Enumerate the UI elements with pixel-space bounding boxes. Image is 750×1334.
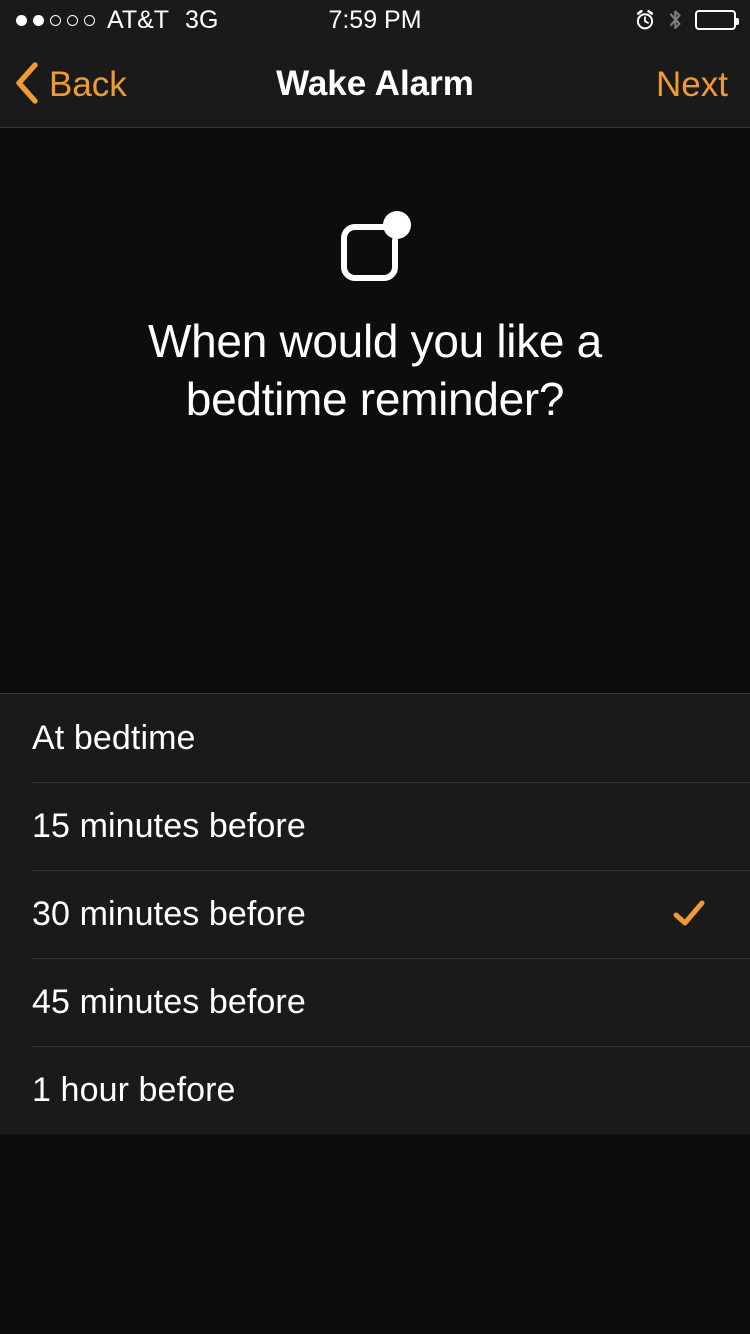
status-bar: AT&T 3G 7:59 PM [0,0,750,40]
status-bar-right [634,0,736,40]
battery-icon [695,10,736,30]
hero-headline: When would you like a bedtime reminder? [95,312,655,428]
alarm-clock-icon [634,9,656,31]
footer-area [0,1134,750,1334]
option-row[interactable]: 15 minutes before [0,782,750,870]
next-button[interactable]: Next [656,40,728,128]
next-button-label: Next [656,67,728,102]
option-label: At bedtime [32,719,672,758]
navigation-bar: Back Wake Alarm Next [0,40,750,128]
option-row[interactable]: 45 minutes before [0,958,750,1046]
option-label: 1 hour before [32,1071,672,1110]
option-label: 30 minutes before [32,895,672,934]
option-row[interactable]: At bedtime [0,694,750,782]
reminder-options-list: At bedtime 15 minutes before 30 minutes be… [0,693,750,1135]
option-label: 15 minutes before [32,807,672,846]
iphone-screen: AT&T 3G 7:59 PM [0,0,750,1334]
checkmark-icon [672,897,706,931]
page-title: Wake Alarm [0,40,750,128]
option-row[interactable]: 30 minutes before [0,870,750,958]
bed-bedtime-icon [333,205,417,289]
option-label: 45 minutes before [32,983,672,1022]
hero-section: When would you like a bedtime reminder? [0,129,750,693]
option-row[interactable]: 1 hour before [0,1046,750,1134]
bluetooth-icon [668,8,683,32]
